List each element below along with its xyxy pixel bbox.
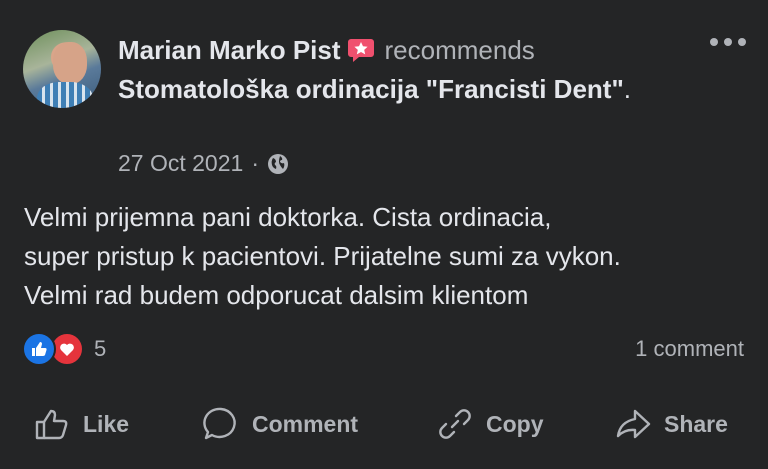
- reaction-count: 5: [94, 336, 107, 361]
- post-body-line: Velmi prijemna pani doktorka. Cista ordi…: [24, 202, 552, 232]
- thumbs-up-icon: [35, 409, 68, 440]
- recommended-page-name[interactable]: Stomatološka ordinacija "Francisti Dent"…: [118, 71, 638, 107]
- link-icon: [439, 409, 471, 439]
- reactions-summary[interactable]: 5: [22, 332, 106, 366]
- like-label: Like: [83, 410, 130, 437]
- comment-bubble-icon: [203, 407, 236, 440]
- post-date[interactable]: 27 Oct 2021: [118, 150, 243, 177]
- author-name[interactable]: Marian Marko Pist: [118, 35, 341, 65]
- post-body: Velmi prijemna pani doktorka. Cista ordi…: [24, 198, 754, 315]
- post-body-line: super pristup k pacientovi. Prijatelne s…: [24, 241, 621, 271]
- copy-label: Copy: [486, 410, 544, 437]
- comment-label: Comment: [252, 410, 359, 437]
- comment-count[interactable]: 1 comment: [635, 336, 744, 362]
- share-button[interactable]: Share: [614, 396, 728, 452]
- recommendation-badge-icon: [347, 39, 374, 62]
- post-header: Marian Marko Pist recommends: [118, 33, 535, 67]
- page-name-suffix: .: [623, 74, 632, 104]
- more-options-button[interactable]: [710, 38, 746, 46]
- comment-button[interactable]: Comment: [202, 396, 358, 452]
- page-name-text[interactable]: Stomatološka ordinacija "Francisti Dent": [118, 74, 624, 104]
- avatar[interactable]: [23, 30, 101, 108]
- post-body-line: Velmi rad budem odporucat dalsim kliento…: [24, 280, 529, 310]
- globe-icon: [267, 153, 288, 174]
- recommends-label: recommends: [384, 35, 535, 65]
- like-button[interactable]: Like: [33, 396, 129, 452]
- meta-separator: ·: [251, 150, 259, 176]
- share-label: Share: [664, 410, 728, 437]
- like-reaction-icon: [22, 332, 56, 366]
- post-meta: 27 Oct 2021 ·: [118, 150, 289, 177]
- share-arrow-icon: [616, 409, 651, 439]
- copy-button[interactable]: Copy: [436, 396, 544, 452]
- action-bar: Like Comment Copy Share: [0, 396, 768, 452]
